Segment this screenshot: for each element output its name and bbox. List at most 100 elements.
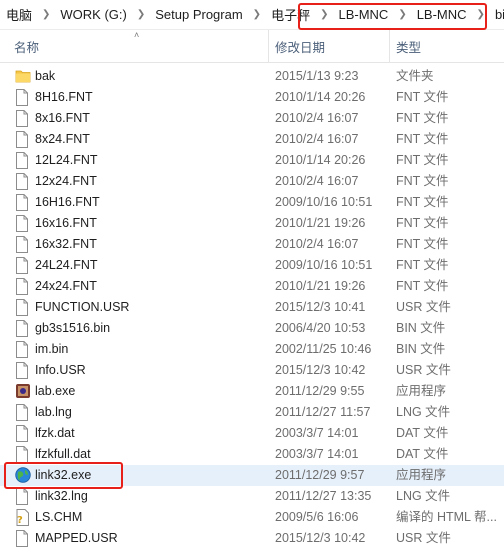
chevron-right-icon[interactable]: ❯	[249, 9, 265, 20]
file-type: DAT 文件	[396, 447, 449, 461]
modified-date: 2009/10/16 10:51	[275, 195, 373, 209]
file-type: FNT 文件	[396, 111, 449, 125]
breadcrumb-item-drive[interactable]: WORK (G:)	[54, 0, 132, 30]
file-name: 12x24.FNT	[35, 174, 97, 188]
file-name: 8x24.FNT	[35, 132, 90, 146]
modified-date: 2002/11/25 10:46	[275, 342, 372, 356]
file-row[interactable]: 24L24.FNT 2009/10/16 10:51 FNT 文件	[0, 255, 504, 276]
column-header-name[interactable]: 名称	[14, 30, 264, 63]
file-row[interactable]: FUNCTION.USR 2015/12/3 10:41 USR 文件	[0, 297, 504, 318]
folder-row[interactable]: bak 2015/1/13 9:23 文件夹	[0, 66, 504, 87]
file-row[interactable]: lfzk.dat 2003/3/7 14:01 DAT 文件	[0, 423, 504, 444]
file-name: MAPPED.USR	[35, 531, 118, 545]
lab-exe-icon	[15, 383, 31, 400]
column-header-date[interactable]: 修改日期	[275, 30, 385, 63]
file-row[interactable]: lfzkfull.dat 2003/3/7 14:01 DAT 文件	[0, 444, 504, 465]
file-icon	[15, 89, 31, 106]
file-icon	[15, 446, 31, 463]
file-icon	[15, 362, 31, 379]
file-icon	[15, 131, 31, 148]
breadcrumb-item-scale[interactable]: 电子秤	[265, 0, 316, 30]
file-name: 12L24.FNT	[35, 153, 98, 167]
breadcrumb-item-lb-mnc[interactable]: LB-MNC	[332, 0, 394, 30]
file-icon	[15, 425, 31, 442]
file-row[interactable]: link32.lng 2011/12/27 13:35 LNG 文件	[0, 486, 504, 507]
modified-date: 2009/10/16 10:51	[275, 258, 373, 272]
file-name: bak	[35, 69, 56, 83]
help-file-icon: ?	[15, 509, 31, 526]
file-name: 16x16.FNT	[35, 216, 97, 230]
file-row[interactable]: 8x24.FNT 2010/2/4 16:07 FNT 文件	[0, 129, 504, 150]
file-name: lab.lng	[35, 405, 72, 419]
file-type: FNT 文件	[396, 153, 449, 167]
modified-date: 2011/12/29 9:55	[275, 384, 365, 398]
modified-date: 2010/2/4 16:07	[275, 132, 359, 146]
chevron-right-icon[interactable]: ❯	[38, 9, 54, 20]
file-type: FNT 文件	[396, 279, 449, 293]
column-divider[interactable]	[389, 30, 390, 63]
modified-date: 2011/12/27 11:57	[275, 405, 371, 419]
file-row[interactable]: 16x16.FNT 2010/1/21 19:26 FNT 文件	[0, 213, 504, 234]
file-row[interactable]: 12L24.FNT 2010/1/14 20:26 FNT 文件	[0, 150, 504, 171]
column-divider[interactable]	[268, 30, 269, 63]
chevron-right-icon[interactable]: ❯	[473, 9, 489, 20]
breadcrumb-label: WORK (G:)	[60, 7, 127, 22]
file-name: lab.exe	[35, 384, 76, 398]
file-row[interactable]: 12x24.FNT 2010/2/4 16:07 FNT 文件	[0, 171, 504, 192]
globe-icon	[15, 467, 31, 484]
file-name: FUNCTION.USR	[35, 300, 130, 314]
file-icon	[15, 152, 31, 169]
modified-date: 2011/12/27 13:35	[275, 489, 372, 503]
file-row[interactable]: 8x16.FNT 2010/2/4 16:07 FNT 文件	[0, 108, 504, 129]
file-row[interactable]: im.bin 2002/11/25 10:46 BIN 文件	[0, 339, 504, 360]
file-row[interactable]: 8H16.FNT 2010/1/14 20:26 FNT 文件	[0, 87, 504, 108]
breadcrumb-label: Setup Program	[155, 7, 243, 22]
modified-date: 2003/3/7 14:01	[275, 426, 359, 440]
svg-text:?: ?	[17, 515, 23, 526]
column-header: ˄ 名称 修改日期 类型	[0, 30, 504, 63]
file-row[interactable]: MAPPED.USR 2015/12/3 10:42 USR 文件	[0, 528, 504, 549]
breadcrumb-item-setup-program[interactable]: Setup Program	[149, 0, 248, 30]
file-icon	[15, 278, 31, 295]
file-type: 应用程序	[396, 384, 447, 398]
file-row[interactable]: link32.exe 2011/12/29 9:57 应用程序	[0, 465, 504, 486]
file-icon	[15, 404, 31, 421]
breadcrumb-item-lb-mnc-sub[interactable]: LB-MNC	[411, 0, 473, 30]
file-row[interactable]: Info.USR 2015/12/3 10:42 USR 文件	[0, 360, 504, 381]
file-name: lfzk.dat	[35, 426, 75, 440]
breadcrumb-item-bin[interactable]: bin	[489, 0, 504, 30]
file-row[interactable]: 16x32.FNT 2010/2/4 16:07 FNT 文件	[0, 234, 504, 255]
file-row[interactable]: lab.exe 2011/12/29 9:55 应用程序	[0, 381, 504, 402]
file-name: 16H16.FNT	[35, 195, 100, 209]
file-icon	[15, 215, 31, 232]
modified-date: 2010/2/4 16:07	[275, 174, 359, 188]
modified-date: 2010/2/4 16:07	[275, 111, 359, 125]
file-icon	[15, 236, 31, 253]
file-row[interactable]: lab.lng 2011/12/27 11:57 LNG 文件	[0, 402, 504, 423]
file-type: LNG 文件	[396, 489, 451, 503]
file-icon	[15, 320, 31, 337]
file-name: Info.USR	[35, 363, 86, 377]
file-icon	[15, 341, 31, 358]
file-row[interactable]: 24x24.FNT 2010/1/21 19:26 FNT 文件	[0, 276, 504, 297]
file-row[interactable]: 16H16.FNT 2009/10/16 10:51 FNT 文件	[0, 192, 504, 213]
chevron-right-icon[interactable]: ❯	[394, 9, 410, 20]
file-type: FNT 文件	[396, 174, 449, 188]
file-name: 24L24.FNT	[35, 258, 98, 272]
modified-date: 2010/1/14 20:26	[275, 90, 366, 104]
file-type: FNT 文件	[396, 90, 449, 104]
file-icon	[15, 488, 31, 505]
modified-date: 2003/3/7 14:01	[275, 447, 359, 461]
file-type: 编译的 HTML 帮...	[396, 510, 497, 524]
modified-date: 2015/12/3 10:41	[275, 300, 366, 314]
file-type: 文件夹	[396, 69, 434, 83]
column-header-type[interactable]: 类型	[396, 30, 496, 63]
chevron-right-icon[interactable]: ❯	[133, 9, 149, 20]
chevron-right-icon[interactable]: ❯	[316, 9, 332, 20]
breadcrumb-item-computer[interactable]: 电脑	[0, 0, 38, 30]
modified-date: 2010/1/14 20:26	[275, 153, 366, 167]
file-name: lfzkfull.dat	[35, 447, 91, 461]
modified-date: 2009/5/6 16:06	[275, 510, 359, 524]
file-row[interactable]: gb3s1516.bin 2006/4/20 10:53 BIN 文件	[0, 318, 504, 339]
file-row[interactable]: ? LS.CHM 2009/5/6 16:06 编译的 HTML 帮...	[0, 507, 504, 528]
